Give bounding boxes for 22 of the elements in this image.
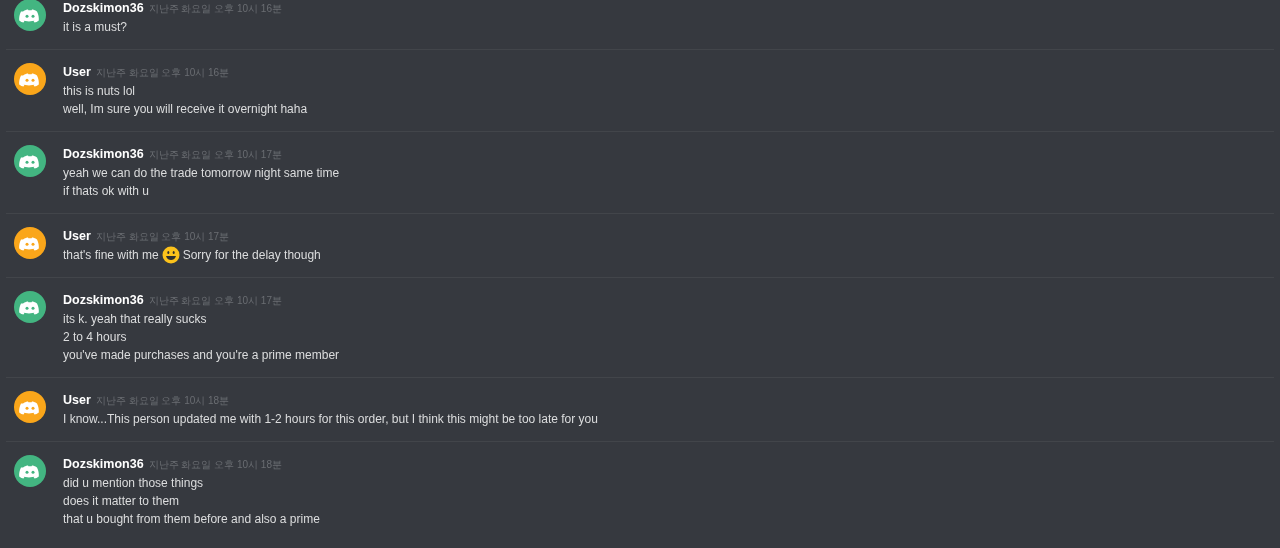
message-text: it is a must? <box>63 19 129 36</box>
message-text: does it matter to them <box>63 493 181 510</box>
message-text: Sorry for the delay though <box>182 247 321 264</box>
smiley-emoji-icon <box>161 246 180 264</box>
message-text: that's fine with me <box>63 247 159 264</box>
message-text: this is nuts lol <box>63 83 137 100</box>
message-text: that u bought from them before and also a prime <box>63 511 320 528</box>
message-text: if thats ok with u <box>63 183 151 200</box>
message-text: yeah we can do the trade tomorrow night same time <box>63 165 340 182</box>
author-name[interactable]: Dozskimon36 <box>63 0 144 17</box>
message-text: I know...This person updated me with 1-2 hours for this order, but I think this might be too late for you <box>63 411 598 428</box>
author-name[interactable]: User <box>63 227 91 245</box>
author-name[interactable]: Dozskimon36 <box>63 291 144 309</box>
message-text: did u mention those things <box>63 475 205 492</box>
author-name[interactable]: User <box>63 391 91 409</box>
author-name[interactable]: User <box>63 63 91 81</box>
message-text: its k. yeah that really sucks <box>63 311 208 328</box>
author-name[interactable]: Dozskimon36 <box>63 145 144 163</box>
message-text: you've made purchases and you're a prime member <box>63 347 340 364</box>
message-text: 2 to 4 hours <box>63 329 128 346</box>
message-text: well, Im sure you will receive it overnight haha <box>63 101 308 118</box>
author-name[interactable]: Dozskimon36 <box>63 455 144 473</box>
